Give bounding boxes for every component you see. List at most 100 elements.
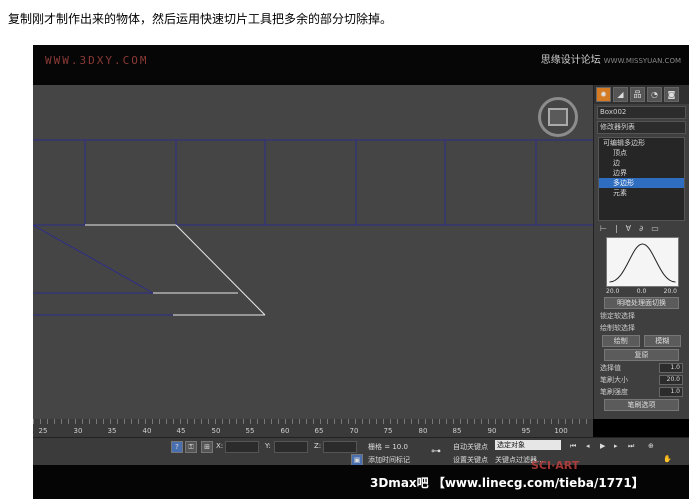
screenshot-frame: WWW.3DXY.COM 思缘设计论坛 WWW.MISSYUAN.COM ✹ ◢… (33, 45, 689, 499)
add-time-tag-button[interactable]: 添加时间标记 (368, 455, 410, 465)
stack-item-vertex[interactable]: 顶点 (599, 148, 684, 158)
shaded-face-toggle-button[interactable]: 明暗处理面切换 (604, 297, 679, 309)
brush-size-row: 笔刷大小 20.0 (600, 375, 683, 385)
viewcube-face (548, 108, 568, 126)
timeline[interactable]: 25 30 35 40 45 50 55 60 65 70 75 80 85 9… (33, 419, 593, 437)
brush-strength-row: 笔刷强度 1.0 (600, 387, 683, 397)
go-to-start-icon[interactable]: ⏮ (570, 442, 576, 451)
top-watermark-bar: WWW.3DXY.COM 思缘设计论坛 WWW.MISSYUAN.COM (33, 45, 689, 85)
absolute-mode-icon[interactable]: ⊞ (201, 441, 213, 453)
timeline-tick: 30 (73, 427, 83, 435)
timeline-tick: 75 (383, 427, 393, 435)
x-coordinate-field[interactable] (225, 441, 259, 453)
grid-size-readout: 栅格 = 10.0 (368, 443, 408, 451)
timeline-tick: 90 (487, 427, 497, 435)
timeline-tick: 60 (280, 427, 290, 435)
status-bar: ? ⚿ ⊞ X: Y: Z: 栅格 = 10.0 ▣ 添加时间标记 ⊶ 自动关键… (33, 437, 689, 466)
timeline-tick: 35 (107, 427, 117, 435)
show-end-result-icon[interactable]: | (615, 224, 618, 233)
timeline-ruler (33, 419, 593, 424)
selection-value-field[interactable]: 1.0 (659, 363, 683, 373)
watermark-right-text: 思缘设计论坛 (540, 55, 601, 66)
lock-soft-selection-checkbox[interactable]: 锁定软选择 (600, 311, 683, 321)
timeline-tick: 45 (176, 427, 186, 435)
bottom-watermark-bar: 3Dmax吧 【www.linecg.com/tieba/1771】 SCI·A… (33, 459, 689, 499)
brush-strength-label: 笔刷强度 (600, 388, 628, 396)
stack-item-polygon[interactable]: 多边形 (599, 178, 684, 188)
modifier-list-dropdown[interactable]: 修改器列表 (597, 121, 686, 134)
lock-soft-selection-label: 锁定软选择 (600, 312, 635, 320)
wireframe-geometry (33, 139, 593, 316)
timeline-tick: 70 (349, 427, 359, 435)
graph-label-mid: 0.0 (636, 288, 647, 295)
perspective-viewport[interactable] (33, 85, 593, 419)
z-label: Z: (314, 442, 322, 450)
display-tab-icon[interactable]: ◙ (664, 87, 679, 102)
brush-options-button[interactable]: 笔刷选项 (604, 399, 679, 411)
zoom-icon[interactable]: ⊕ (648, 442, 654, 450)
timeline-tick: 85 (452, 427, 462, 435)
next-frame-icon[interactable]: ▸ (614, 442, 618, 450)
stack-item-edge[interactable]: 边 (599, 158, 684, 168)
pin-stack-icon[interactable]: ⊢ (600, 224, 607, 233)
go-to-end-icon[interactable]: ⏭ (628, 442, 634, 451)
command-panel: ✹ ◢ 品 ◔ ◙ Box002 修改器列表 可编辑多边形 顶点 边 边界 多边… (593, 85, 689, 419)
falloff-curve-graph (606, 237, 679, 287)
panel-tabs: ✹ ◢ 品 ◔ ◙ (594, 85, 689, 104)
timeline-tick: 100 (554, 427, 568, 435)
viewcube-icon[interactable] (538, 97, 578, 137)
timeline-tick: 50 (211, 427, 221, 435)
modifier-stack: 可编辑多边形 顶点 边 边界 多边形 元素 (598, 137, 685, 221)
watermark-right-small: WWW.MISSYUAN.COM (603, 57, 681, 65)
selection-lock-icon[interactable]: ? (171, 441, 183, 453)
brush-strength-field[interactable]: 1.0 (659, 387, 683, 397)
modify-tab-icon[interactable]: ◢ (613, 87, 628, 102)
y-coordinate-field[interactable] (274, 441, 308, 453)
brush-size-label: 笔刷大小 (600, 376, 628, 384)
z-coordinate-field[interactable] (323, 441, 357, 453)
timeline-tick: 80 (418, 427, 428, 435)
blur-button[interactable]: 模糊 (643, 335, 681, 347)
play-icon[interactable]: ▶ (600, 442, 605, 450)
timeline-tick: 65 (314, 427, 324, 435)
watermark-left: WWW.3DXY.COM (45, 54, 149, 67)
falloff-curve (609, 243, 676, 283)
revert-button[interactable]: 复原 (604, 349, 679, 361)
graph-label-left: 20.0 (606, 288, 620, 295)
pan-icon[interactable]: ✋ (663, 455, 672, 463)
create-tab-icon[interactable]: ✹ (596, 87, 611, 102)
remove-modifier-icon[interactable]: ∂ (639, 224, 643, 233)
stack-tool-icons: ⊢ | ∀ ∂ ▭ (600, 224, 683, 233)
key-icon: ⊶ (431, 446, 441, 457)
stack-item-border[interactable]: 边界 (599, 168, 684, 178)
timeline-tick: 40 (142, 427, 152, 435)
motion-tab-icon[interactable]: ◔ (647, 87, 662, 102)
auto-key-button[interactable]: 自动关键点 (453, 442, 488, 452)
site-stamp: SCI·ART (531, 459, 580, 472)
paint-soft-selection-group: 绘制软选择 (600, 324, 635, 332)
paint-button[interactable]: 绘制 (602, 335, 640, 347)
tutorial-caption: 复制刚才制作出来的物体，然后运用快速切片工具把多余的部分切除掉。 (8, 12, 393, 26)
timeline-tick: 95 (521, 427, 531, 435)
hierarchy-tab-icon[interactable]: 品 (630, 87, 645, 102)
prev-frame-icon[interactable]: ◂ (586, 442, 590, 450)
site-watermark-text: 3Dmax吧 【www.linecg.com/tieba/1771】 (370, 476, 644, 490)
make-unique-icon[interactable]: ∀ (626, 224, 631, 233)
configure-sets-icon[interactable]: ▭ (651, 224, 659, 233)
x-label: X: (216, 442, 224, 450)
watermark-right: 思缘设计论坛 WWW.MISSYUAN.COM (541, 51, 681, 66)
set-key-button[interactable]: 设置关键点 (453, 455, 488, 465)
slice-edge-diag (175, 224, 266, 316)
timeline-tick: 55 (245, 427, 255, 435)
object-name-field[interactable]: Box002 (597, 106, 686, 119)
key-mode-dropdown[interactable]: 选定对象 (495, 440, 561, 450)
stack-item-element[interactable]: 元素 (599, 188, 684, 198)
lock-icon[interactable]: ⚿ (185, 441, 197, 453)
selection-value-label: 选择值 (600, 364, 621, 372)
y-label: Y: (265, 442, 271, 450)
stack-item-editable-poly[interactable]: 可编辑多边形 (599, 138, 684, 148)
graph-label-right: 20.0 (663, 288, 677, 295)
graph-axis-labels: 20.0 0.0 20.0 (606, 288, 677, 295)
brush-size-field[interactable]: 20.0 (659, 375, 683, 385)
selection-value-row: 选择值 1.0 (600, 363, 683, 373)
